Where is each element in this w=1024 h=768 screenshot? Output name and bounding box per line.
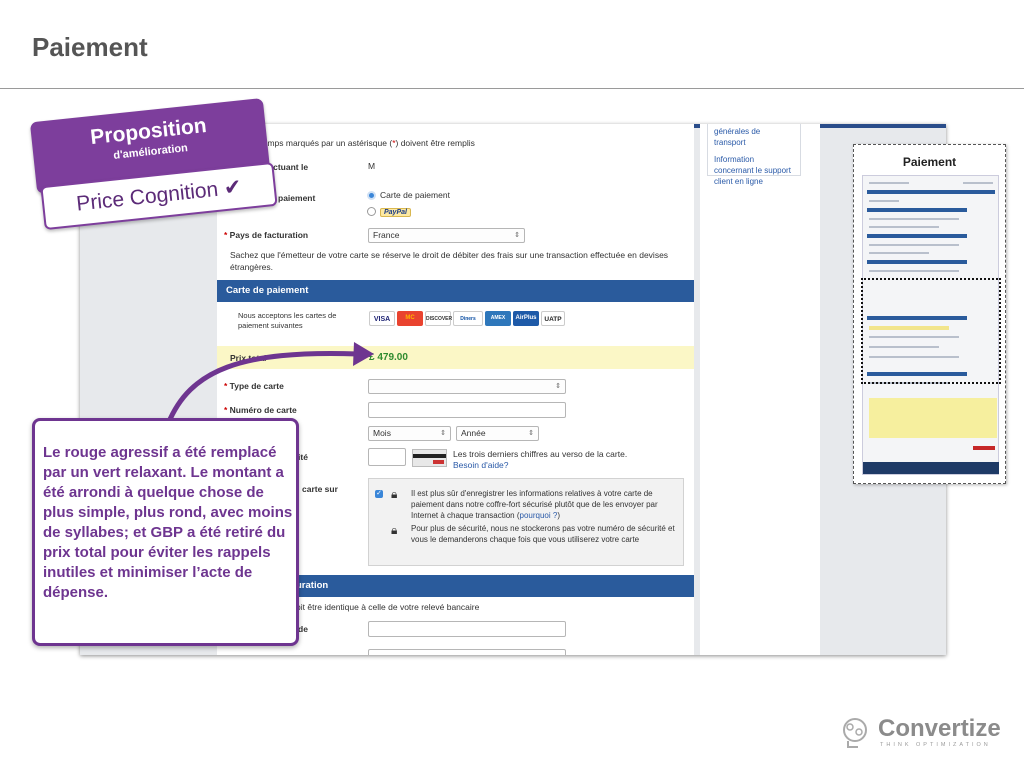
billing-name-input[interactable] (368, 621, 566, 637)
accepted-cards-text: Nous acceptons les cartes de paiement su… (238, 311, 337, 330)
diners-logo: Diners (453, 311, 483, 326)
expiry-month-select[interactable]: Mois ⇕ (368, 426, 451, 441)
right-sidebar (700, 124, 820, 655)
save-card-text: Il est plus sûr d'enregistrer les inform… (411, 489, 658, 520)
billing-country-label: * Pays de facturation (224, 230, 309, 240)
discover-logo: DISCOVER (425, 311, 452, 326)
expiry-year-select[interactable]: Année ⇕ (456, 426, 539, 441)
page-thumbnail: Paiement (853, 144, 1006, 484)
sidebar-link-support[interactable]: Information concernant le support client… (714, 154, 794, 187)
sidebar-link-transport[interactable]: générales de transport (714, 126, 794, 148)
paypal-logo: PayPal (380, 208, 411, 217)
convertize-logo: Convertize THINK OPTIMIZATION (838, 715, 1018, 751)
title-divider (0, 88, 1024, 89)
radio-card-option[interactable]: Carte de paiement (367, 190, 450, 201)
radio-unselected-icon[interactable] (367, 207, 376, 217)
logo-brand: Convertize (878, 715, 1001, 742)
payer-value: M (368, 161, 376, 171)
foreign-fees-note: Sachez que l'émetteur de votre carte se … (230, 250, 669, 272)
slide-title: Paiement (32, 32, 148, 62)
required-fields-note: hamps marqués par un astérisque (*) doiv… (258, 138, 475, 148)
security-code-label: ité (298, 452, 308, 462)
billing-note: oit être identique à celle de votre rele… (296, 602, 480, 612)
sidebar-links-box: générales de transport Information conce… (707, 124, 801, 186)
callout-text: Le rouge agressif a été remplacé par un … (43, 444, 293, 601)
amex-logo: AMEX (485, 311, 511, 326)
select-arrows-icon: ⇕ (555, 383, 561, 390)
logo-tagline: THINK OPTIMIZATION (880, 742, 991, 748)
thumbnail-title: Paiement (902, 155, 957, 169)
help-link[interactable]: Besoin d'aide? (453, 460, 509, 470)
save-card-checkbox[interactable]: ✓ (375, 490, 383, 498)
billing-country-select[interactable]: France ⇕ (368, 228, 525, 243)
select-arrows-icon: ⇕ (528, 430, 534, 437)
mastercard-logo: MC (397, 311, 423, 326)
arrow-to-total-icon (165, 342, 374, 425)
uatp-logo: UATP (541, 311, 565, 326)
card-section-header: Carte de paiement (217, 280, 694, 302)
cvv-help-text: Les trois derniers chiffres au verso de … (453, 449, 628, 470)
card-number-input[interactable] (368, 402, 566, 418)
select-arrows-icon: ⇕ (514, 232, 520, 239)
airplus-logo: AirPlus (513, 311, 539, 326)
billing-field-label: de (298, 624, 308, 634)
billing-address-input[interactable] (368, 649, 566, 655)
payment-method-label: paiement (278, 193, 316, 203)
radio-paypal-option[interactable]: PayPal (367, 206, 411, 217)
explanation-callout: Le rouge agressif a été remplacé par un … (32, 418, 299, 646)
lock-icon: 🔒︎ (391, 523, 398, 537)
save-card-label: carte sur (302, 484, 338, 494)
card-type-select[interactable]: ⇕ (368, 379, 566, 394)
visa-logo: VISA (369, 311, 395, 326)
card-back-icon (412, 449, 447, 467)
lock-icon: 🔒︎ (391, 487, 398, 501)
why-link[interactable]: pourquoi ? (520, 511, 558, 520)
security-code-input[interactable] (368, 448, 406, 466)
security-info-text: Pour plus de sécurité, nous ne stockeron… (411, 524, 675, 544)
thumbnail-focus-area (861, 278, 1001, 384)
brain-logo-icon (843, 718, 867, 748)
select-arrows-icon: ⇕ (440, 430, 446, 437)
radio-selected-icon[interactable] (367, 191, 376, 201)
